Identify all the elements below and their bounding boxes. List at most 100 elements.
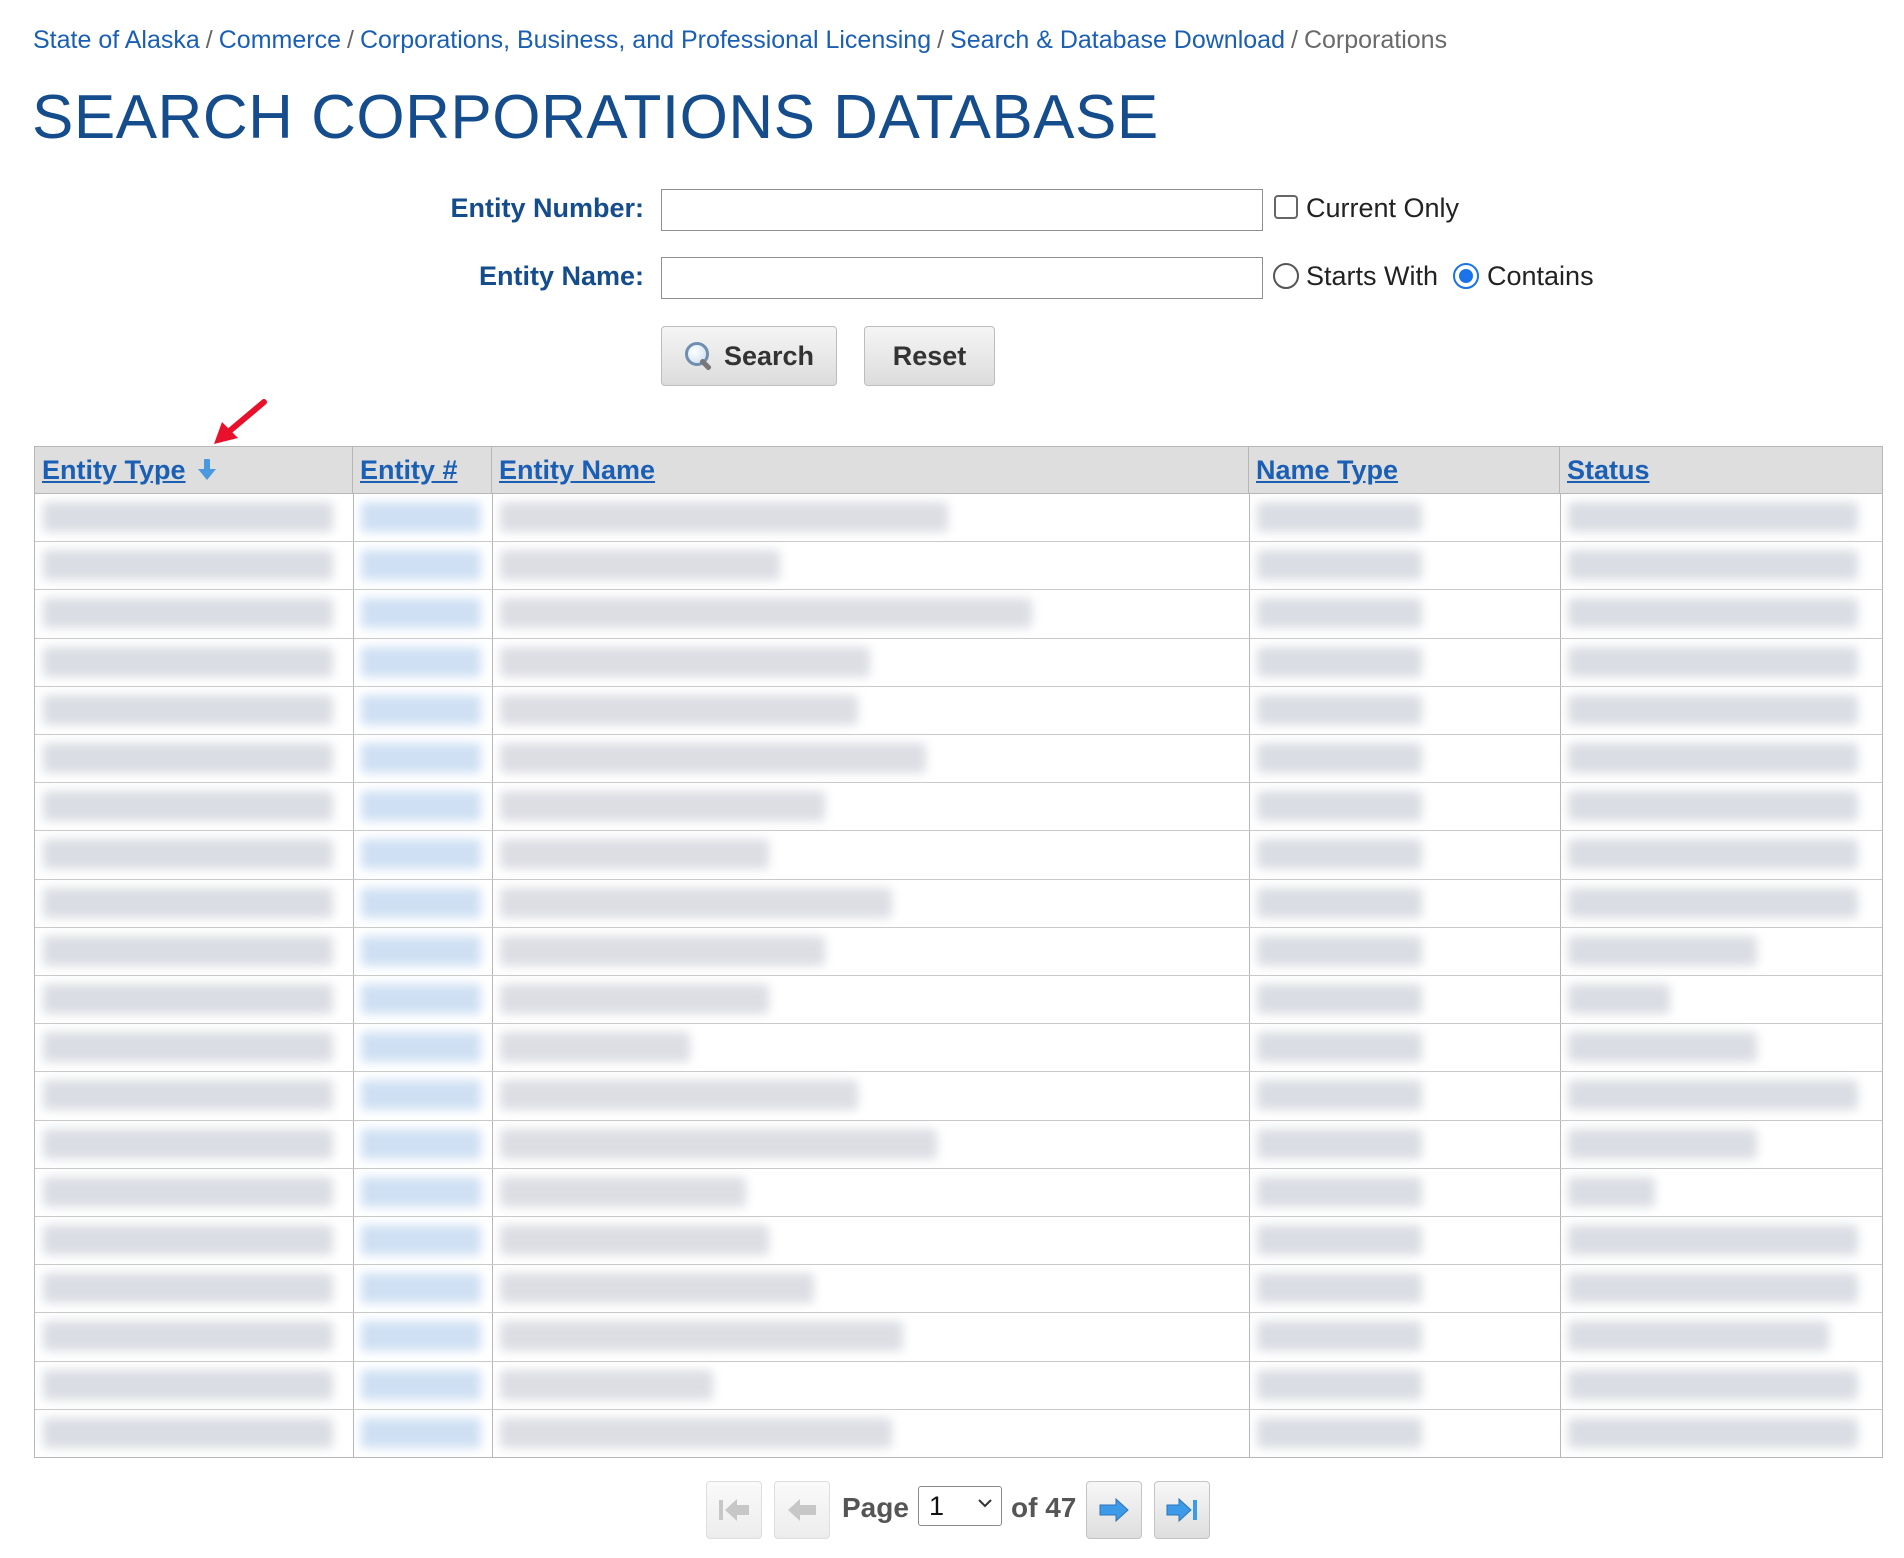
sort-entity-type-link[interactable]: Entity Type [42, 455, 186, 486]
annotation-arrow-icon [214, 399, 267, 444]
obscured-cell [1257, 1128, 1422, 1159]
sort-down-arrow-icon[interactable] [197, 459, 216, 481]
obscured-cell [500, 1369, 713, 1400]
table-row[interactable] [35, 830, 1882, 878]
obscured-cell [1568, 1321, 1829, 1352]
table-row[interactable] [35, 1168, 1882, 1216]
search-button[interactable]: Search [661, 326, 837, 386]
sort-status-link[interactable]: Status [1567, 455, 1650, 486]
obscured-cell[interactable] [361, 502, 481, 532]
obscured-cell [500, 646, 870, 677]
obscured-cell [1568, 502, 1858, 532]
search-icon [684, 341, 714, 371]
row-divider [35, 541, 1882, 543]
table-row[interactable] [35, 782, 1882, 830]
obscured-cell[interactable] [361, 1128, 481, 1159]
obscured-cell [1257, 646, 1422, 677]
obscured-cell[interactable] [361, 887, 481, 918]
obscured-cell [500, 887, 892, 918]
obscured-cell[interactable] [361, 1032, 481, 1063]
contains-label[interactable]: Contains [1487, 261, 1594, 292]
row-divider [35, 1216, 1882, 1217]
obscured-cell [43, 1080, 333, 1111]
obscured-cell [1257, 743, 1422, 773]
sort-entity-number-link[interactable]: Entity # [360, 455, 458, 486]
obscured-cell [1568, 1369, 1858, 1400]
obscured-cell[interactable] [361, 1273, 481, 1304]
obscured-cell[interactable] [361, 743, 481, 773]
entity-number-input[interactable] [661, 189, 1263, 231]
current-only-label[interactable]: Current Only [1306, 193, 1459, 224]
starts-with-label[interactable]: Starts With [1306, 261, 1438, 292]
table-row[interactable] [35, 638, 1882, 686]
obscured-cell [1568, 791, 1858, 822]
obscured-cell[interactable] [361, 839, 481, 870]
next-page-icon [1099, 1497, 1129, 1523]
table-row[interactable] [35, 686, 1882, 734]
table-row[interactable] [35, 541, 1882, 589]
obscured-cell[interactable] [361, 984, 481, 1014]
last-page-button[interactable] [1154, 1481, 1210, 1539]
page-select[interactable]: 1 [918, 1486, 1002, 1526]
obscured-cell [500, 1225, 769, 1255]
table-row[interactable] [35, 734, 1882, 782]
obscured-cell [1257, 1417, 1422, 1448]
page-count: of 47 [1011, 1492, 1077, 1523]
obscured-cell [43, 1032, 333, 1063]
obscured-cell [43, 694, 333, 725]
entity-name-input[interactable] [661, 257, 1263, 299]
breadcrumb-link-cbpl[interactable]: Corporations, Business, and Professional… [360, 26, 931, 54]
obscured-cell [500, 502, 948, 532]
obscured-cell [500, 1273, 814, 1304]
obscured-cell[interactable] [361, 598, 481, 629]
obscured-cell[interactable] [361, 1225, 481, 1255]
starts-with-radio[interactable] [1273, 263, 1299, 289]
contains-radio[interactable] [1453, 263, 1479, 289]
obscured-cell[interactable] [361, 1417, 481, 1448]
table-row[interactable] [35, 975, 1882, 1023]
next-page-button[interactable] [1086, 1481, 1142, 1539]
page-select-value: 1 [929, 1490, 945, 1521]
first-page-button[interactable] [706, 1481, 762, 1539]
obscured-cell [1257, 550, 1422, 581]
table-row[interactable] [35, 589, 1882, 637]
breadcrumb-link-commerce[interactable]: Commerce [219, 26, 341, 54]
table-row[interactable] [35, 1361, 1882, 1409]
obscured-cell [1568, 1273, 1858, 1304]
obscured-cell [1257, 598, 1422, 629]
sort-name-type-link[interactable]: Name Type [1256, 455, 1398, 486]
current-only-checkbox[interactable] [1274, 195, 1298, 219]
table-row[interactable] [35, 1216, 1882, 1264]
table-row[interactable] [35, 1071, 1882, 1119]
obscured-cell[interactable] [361, 1080, 481, 1111]
table-row[interactable] [35, 1312, 1882, 1360]
obscured-cell[interactable] [361, 1369, 481, 1400]
sort-entity-name-link[interactable]: Entity Name [499, 455, 655, 486]
table-row[interactable] [35, 927, 1882, 975]
obscured-cell [1257, 502, 1422, 532]
table-row[interactable] [35, 1120, 1882, 1168]
table-row[interactable] [35, 1409, 1882, 1457]
obscured-cell[interactable] [361, 1321, 481, 1352]
obscured-cell [43, 984, 333, 1014]
obscured-cell[interactable] [361, 694, 481, 725]
reset-button[interactable]: Reset [864, 326, 995, 386]
previous-page-button[interactable] [774, 1481, 830, 1539]
breadcrumb-link-state[interactable]: State of Alaska [33, 26, 200, 54]
obscured-cell[interactable] [361, 646, 481, 677]
obscured-cell [43, 935, 333, 966]
table-row[interactable] [35, 493, 1882, 541]
obscured-cell[interactable] [361, 935, 481, 966]
breadcrumb-separator: / [205, 26, 213, 54]
obscured-cell[interactable] [361, 791, 481, 822]
obscured-cell [1568, 694, 1858, 725]
table-row[interactable] [35, 1023, 1882, 1071]
obscured-cell [1568, 598, 1858, 629]
breadcrumb-current: Corporations [1303, 26, 1448, 54]
breadcrumb-link-search-download[interactable]: Search & Database Download [950, 26, 1285, 54]
obscured-cell[interactable] [361, 1176, 481, 1207]
obscured-cell [1257, 887, 1422, 918]
table-row[interactable] [35, 879, 1882, 927]
obscured-cell[interactable] [361, 550, 481, 581]
table-row[interactable] [35, 1264, 1882, 1312]
